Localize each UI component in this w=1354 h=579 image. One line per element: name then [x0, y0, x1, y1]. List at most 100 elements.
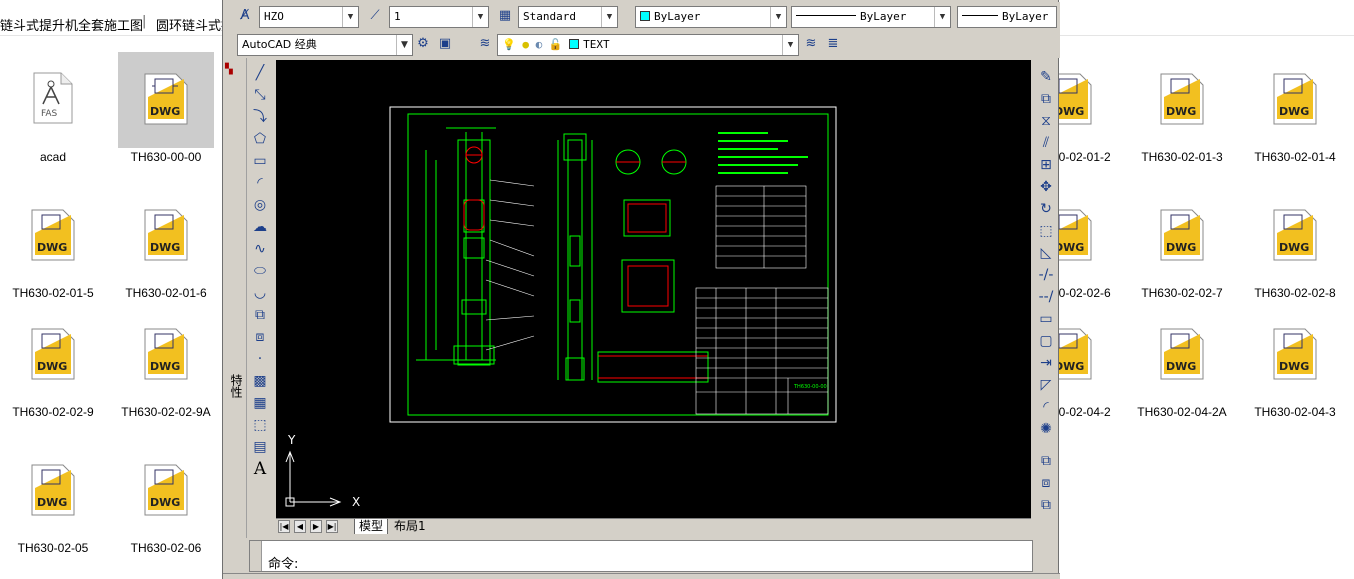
- lineweight-dropdown[interactable]: ByLayer: [957, 6, 1057, 28]
- file-name: acad: [39, 150, 67, 164]
- layer-lock-icon: 🔓: [548, 38, 563, 51]
- trim-icon[interactable]: -/-: [1035, 264, 1057, 286]
- point-tool-icon[interactable]: ·: [249, 348, 271, 370]
- mtext-tool-icon[interactable]: A: [249, 458, 271, 480]
- stretch-icon[interactable]: ◺: [1035, 242, 1057, 264]
- break-at-point-icon[interactable]: ⇥: [1035, 352, 1057, 374]
- annotation-scale-dropdown[interactable]: 1 ▼: [389, 6, 489, 28]
- mirror-icon[interactable]: ⧖: [1035, 110, 1057, 132]
- offset-icon[interactable]: ⫽: [1035, 132, 1057, 154]
- gradient-tool-icon[interactable]: ▦: [249, 392, 271, 414]
- region-tool-icon[interactable]: ⬚: [249, 414, 271, 436]
- title-block-text: TH630-00-00: [793, 384, 827, 390]
- styles-toolbar: A̸ HZO ▼ ⟋ 1 ▼ ▦ Standard ▼ ByLayer ▼ ByLaye…: [223, 2, 1060, 30]
- next-tab-icon[interactable]: ▶: [310, 520, 322, 533]
- breadcrumb-folder-1[interactable]: 链斗式提升机全套施工图: [0, 15, 143, 34]
- workspace-settings-icon[interactable]: ⚙: [413, 34, 433, 54]
- polygon-tool-icon[interactable]: ⬠: [249, 128, 271, 150]
- rotate-icon[interactable]: ↻: [1035, 198, 1057, 220]
- properties-palette-strip[interactable]: ▚ 特性: [223, 58, 247, 538]
- file-item[interactable]: DWG TH630-02-01-3: [1134, 52, 1230, 166]
- move-icon[interactable]: ✥: [1035, 176, 1057, 198]
- layer-dropdown[interactable]: 💡 ● ◐ 🔓 TEXT ▼: [497, 34, 799, 56]
- join-icon[interactable]: ▢: [1035, 330, 1057, 352]
- copy-icon[interactable]: ⧉: [1035, 88, 1057, 110]
- properties-label: 特性: [229, 374, 243, 398]
- chevron-down-icon: ▼: [396, 35, 412, 55]
- dwg-file-icon: DWG: [1160, 328, 1204, 380]
- dimension-style-icon[interactable]: ⟋: [365, 6, 385, 26]
- erase-icon[interactable]: ✎: [1035, 66, 1057, 88]
- linetype-value: ByLayer: [860, 10, 907, 23]
- file-item[interactable]: DWG TH630-02-01-6: [118, 188, 214, 302]
- layer-manager-icon[interactable]: ≋: [475, 34, 495, 54]
- file-thumbnail: DWG: [5, 188, 101, 284]
- text-style-icon[interactable]: A̸: [235, 6, 255, 26]
- file-item[interactable]: DWG TH630-02-01-4: [1247, 52, 1343, 166]
- command-line-grip[interactable]: [250, 541, 262, 571]
- file-item[interactable]: DWG TH630-02-05: [5, 443, 101, 557]
- linetype-dropdown[interactable]: ByLayer ▼: [791, 6, 951, 28]
- last-tab-icon[interactable]: ▶|: [326, 520, 338, 533]
- file-name: TH630-02-02-9A: [121, 405, 211, 419]
- file-name: TH630-02-01-4: [1254, 150, 1336, 164]
- file-thumbnail: DWG: [1247, 52, 1343, 148]
- rectangle-tool-icon[interactable]: ▭: [249, 150, 271, 172]
- dwg-file-icon: DWG: [31, 328, 75, 380]
- hatch-tool-icon[interactable]: ▩: [249, 370, 271, 392]
- fillet-icon[interactable]: ◜: [1035, 396, 1057, 418]
- color-dropdown[interactable]: ByLayer ▼: [635, 6, 787, 28]
- leader-lines: [485, 179, 535, 351]
- drawing-canvas[interactable]: TH630-00-00 Y X: [276, 60, 1031, 518]
- table-style-icon[interactable]: ▦: [495, 6, 515, 26]
- file-item[interactable]: DWG TH630-02-02-7: [1134, 188, 1230, 302]
- dimension-style-dropdown[interactable]: Standard ▼: [518, 6, 618, 28]
- prev-tab-icon[interactable]: ◀: [294, 520, 306, 533]
- text-style-dropdown[interactable]: HZO ▼: [259, 6, 359, 28]
- file-thumbnail: DWG: [118, 52, 214, 148]
- file-item[interactable]: DWG TH630-02-06: [118, 443, 214, 557]
- send-back-icon[interactable]: ⧉: [1035, 494, 1057, 516]
- polyline-tool-icon[interactable]: ⤵: [249, 106, 271, 128]
- break-icon[interactable]: ▭: [1035, 308, 1057, 330]
- extend-icon[interactable]: --/: [1035, 286, 1057, 308]
- file-item[interactable]: FAS acad: [5, 52, 101, 166]
- save-workspace-icon[interactable]: ▣: [435, 34, 455, 54]
- layout-tabs-bar: |◀ ◀ ▶ ▶| 模型 布局1: [276, 518, 1031, 534]
- revision-cloud-icon[interactable]: ☁: [249, 216, 271, 238]
- workspace-dropdown[interactable]: AutoCAD 经典 ▼: [237, 34, 413, 56]
- bill-of-materials: [695, 287, 829, 415]
- file-item[interactable]: DWG TH630-02-01-5: [5, 188, 101, 302]
- make-current-layer-icon[interactable]: ≋: [801, 34, 821, 54]
- chamfer-icon[interactable]: ◸: [1035, 374, 1057, 396]
- spline-tool-icon[interactable]: ∿: [249, 238, 271, 260]
- ellipse-tool-icon[interactable]: ⬭: [249, 260, 271, 282]
- table-tool-icon[interactable]: ▤: [249, 436, 271, 458]
- ellipse-arc-icon[interactable]: ◡: [249, 282, 271, 304]
- bring-front-icon[interactable]: ⧈: [1035, 472, 1057, 494]
- construction-line-icon[interactable]: ⤡: [249, 84, 271, 106]
- scale-icon[interactable]: ⬚: [1035, 220, 1057, 242]
- file-item[interactable]: DWG TH630-02-02-9A: [118, 307, 214, 421]
- file-item[interactable]: DWG TH630-02-02-9: [5, 307, 101, 421]
- layer-previous-icon[interactable]: ≣: [823, 34, 843, 54]
- circle-tool-icon[interactable]: ◎: [249, 194, 271, 216]
- draw-order-icon[interactable]: ⧉: [1035, 450, 1057, 472]
- make-block-icon[interactable]: ⧈: [249, 326, 271, 348]
- arc-tool-icon[interactable]: ◜: [249, 172, 271, 194]
- insert-block-icon[interactable]: ⧉: [249, 304, 271, 326]
- file-item[interactable]: DWG TH630-02-04-3: [1247, 307, 1343, 421]
- line-tool-icon[interactable]: ╱: [249, 62, 271, 84]
- explode-icon[interactable]: ✺: [1035, 418, 1057, 440]
- properties-palette-icon[interactable]: ▚: [225, 64, 243, 82]
- file-item-selected[interactable]: DWG TH630-00-00: [118, 52, 214, 166]
- command-line[interactable]: 命令:: [249, 540, 1033, 572]
- file-item[interactable]: DWG TH630-02-04-2A: [1134, 307, 1230, 421]
- tab-model[interactable]: 模型: [354, 519, 389, 534]
- dwg-icon-label: DWG: [1279, 105, 1309, 118]
- tab-layout1[interactable]: 布局1: [390, 519, 430, 534]
- array-icon[interactable]: ⊞: [1035, 154, 1057, 176]
- first-tab-icon[interactable]: |◀: [278, 520, 290, 533]
- fas-icon-label: FAS: [41, 109, 58, 119]
- file-item[interactable]: DWG TH630-02-02-8: [1247, 188, 1343, 302]
